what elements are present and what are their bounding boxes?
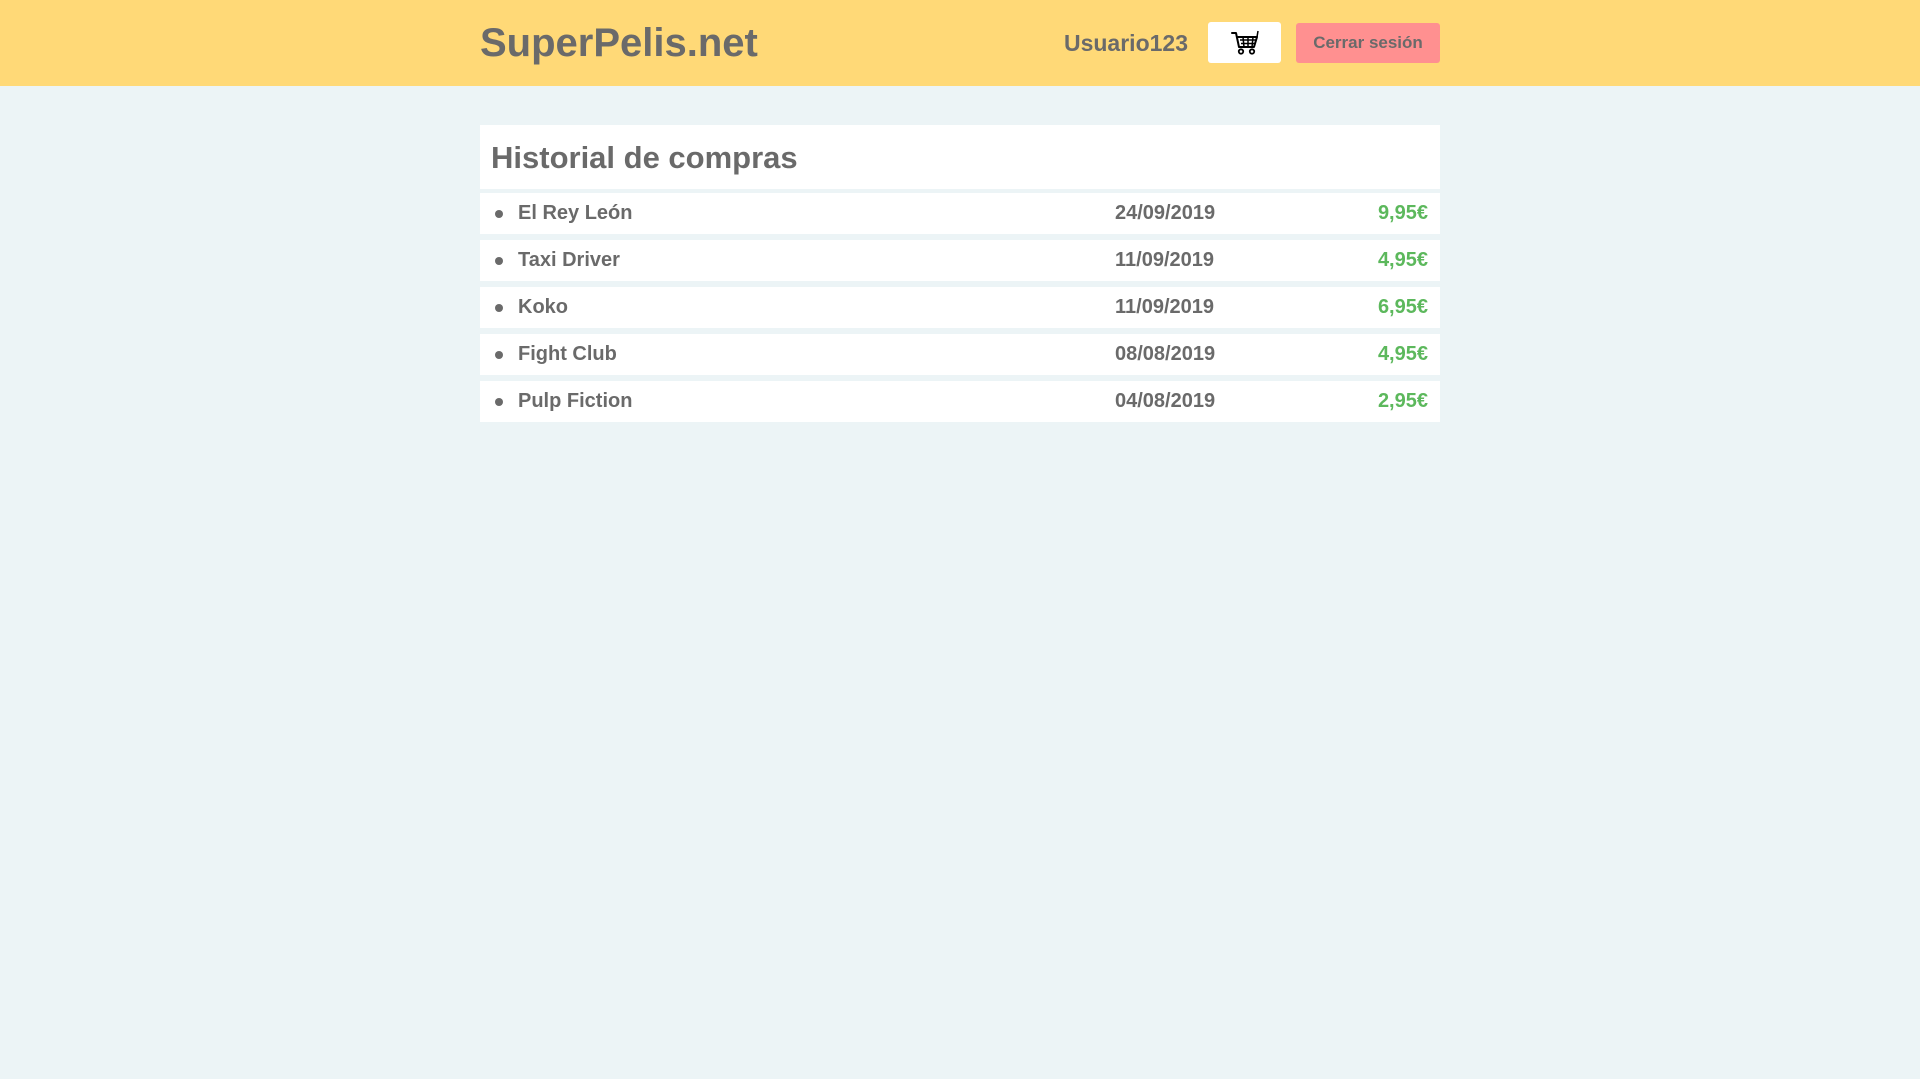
bullet-icon — [495, 398, 503, 406]
purchase-date: 08/08/2019 — [1115, 343, 1216, 365]
purchase-date: 24/09/2019 — [1115, 202, 1216, 224]
username-label[interactable]: Usuario123 — [1020, 28, 1188, 58]
movie-title: Pulp Fiction — [518, 390, 633, 412]
movie-title: Koko — [518, 296, 568, 318]
list-item[interactable]: Taxi Driver 11/09/2019 4,95€ — [480, 240, 1440, 281]
shopping-cart-icon — [1230, 30, 1259, 55]
list-item[interactable]: Fight Club 08/08/2019 4,95€ — [480, 334, 1440, 375]
purchase-price: 4,95€ — [1377, 249, 1428, 271]
purchase-history-list: El Rey León 24/09/2019 9,95€ Taxi Driver… — [480, 193, 1440, 428]
bullet-icon — [495, 351, 503, 359]
purchase-date: 11/09/2019 — [1115, 296, 1214, 318]
purchase-date: 11/09/2019 — [1115, 249, 1214, 271]
bullet-icon — [495, 304, 503, 312]
bullet-icon — [495, 210, 503, 218]
top-header: SuperPelis.net Usuario123 Cerrar sesión — [0, 0, 1920, 86]
list-item[interactable]: El Rey León 24/09/2019 9,95€ — [480, 193, 1440, 234]
movie-title: Fight Club — [518, 343, 617, 365]
logout-button[interactable]: Cerrar sesión — [1296, 23, 1440, 63]
purchase-date: 04/08/2019 — [1115, 390, 1216, 412]
cart-button[interactable] — [1208, 22, 1281, 63]
list-item[interactable]: Pulp Fiction 04/08/2019 2,95€ — [480, 381, 1440, 422]
purchase-history-header: Historial de compras — [480, 125, 1440, 189]
page-title: Historial de compras — [491, 140, 798, 175]
purchase-price: 4,95€ — [1377, 343, 1428, 365]
movie-title: El Rey León — [518, 202, 633, 224]
list-item[interactable]: Koko 11/09/2019 6,95€ — [480, 287, 1440, 328]
site-logo[interactable]: SuperPelis.net — [480, 18, 758, 68]
purchase-price: 2,95€ — [1377, 390, 1428, 412]
purchase-price: 6,95€ — [1377, 296, 1428, 318]
bullet-icon — [495, 257, 503, 265]
purchase-price: 9,95€ — [1377, 202, 1428, 224]
movie-title: Taxi Driver — [518, 249, 620, 271]
